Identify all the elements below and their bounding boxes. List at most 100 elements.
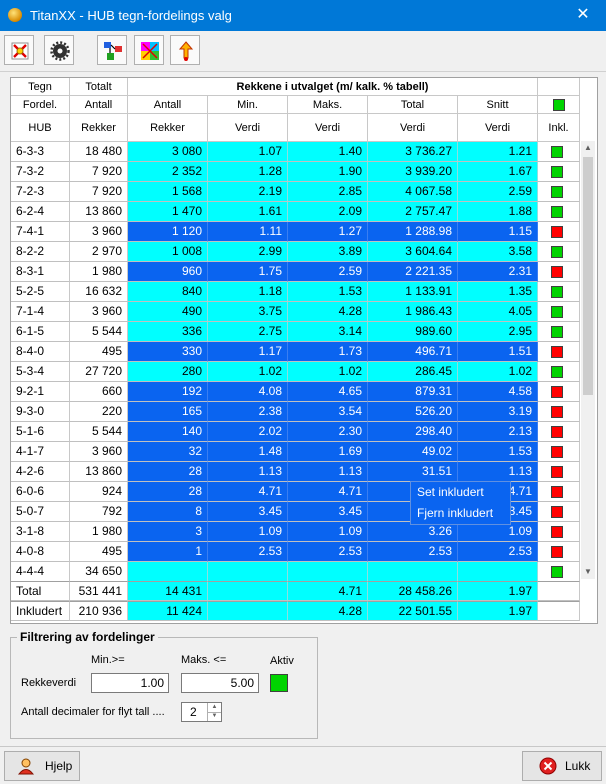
cell-antall[interactable]: 8 <box>128 502 208 522</box>
include-cell[interactable] <box>538 502 580 522</box>
toolbar-button-1[interactable] <box>4 35 34 65</box>
include-cell[interactable] <box>538 462 580 482</box>
cell-antall[interactable] <box>128 562 208 582</box>
excluded-square[interactable] <box>551 486 563 498</box>
cell-min[interactable]: 1.17 <box>208 342 288 362</box>
cell-min[interactable]: 2.02 <box>208 422 288 442</box>
header-include-all-toggle[interactable] <box>538 96 580 114</box>
cell-totalt[interactable]: 924 <box>70 482 128 502</box>
cell-total[interactable] <box>368 562 458 582</box>
cell-antall[interactable]: 3 080 <box>128 142 208 162</box>
cell-total[interactable]: 879.31 <box>368 382 458 402</box>
menu-item-fjern-inkludert[interactable]: Fjern inkludert <box>411 503 510 524</box>
cell-total[interactable]: 49.02 <box>368 442 458 462</box>
cell-antall[interactable]: 490 <box>128 302 208 322</box>
cell-snitt[interactable]: 3.58 <box>458 242 538 262</box>
toolbar-button-3[interactable] <box>97 35 127 65</box>
cell-maks[interactable]: 2.53 <box>288 542 368 562</box>
cell-snitt[interactable]: 1.15 <box>458 222 538 242</box>
cell-totalt[interactable]: 7 920 <box>70 182 128 202</box>
cell-hub[interactable]: 5-0-7 <box>11 502 70 522</box>
cell-min[interactable]: 3.75 <box>208 302 288 322</box>
included-square[interactable] <box>551 246 563 258</box>
cell-total[interactable]: 3 736.27 <box>368 142 458 162</box>
cell-antall[interactable]: 192 <box>128 382 208 402</box>
include-cell[interactable] <box>538 162 580 182</box>
cell-hub[interactable]: 6-1-5 <box>11 322 70 342</box>
include-cell[interactable] <box>538 302 580 322</box>
cell-min[interactable]: 2.53 <box>208 542 288 562</box>
include-cell[interactable] <box>538 322 580 342</box>
cell-snitt[interactable]: 4.58 <box>458 382 538 402</box>
cell-min[interactable]: 1.48 <box>208 442 288 462</box>
cell-total[interactable]: 496.71 <box>368 342 458 362</box>
include-cell[interactable] <box>538 442 580 462</box>
cell-totalt[interactable]: 1 980 <box>70 262 128 282</box>
excluded-square[interactable] <box>551 526 563 538</box>
cell-hub[interactable]: 7-3-2 <box>11 162 70 182</box>
cell-totalt[interactable]: 13 860 <box>70 462 128 482</box>
cell-hub[interactable]: 7-1-4 <box>11 302 70 322</box>
cell-maks[interactable]: 2.09 <box>288 202 368 222</box>
cell-antall[interactable]: 280 <box>128 362 208 382</box>
cell-min[interactable]: 3.45 <box>208 502 288 522</box>
cell-totalt[interactable]: 5 544 <box>70 322 128 342</box>
cell-snitt[interactable]: 1.02 <box>458 362 538 382</box>
cell-hub[interactable]: 9-2-1 <box>11 382 70 402</box>
cell-hub[interactable]: 4-0-8 <box>11 542 70 562</box>
excluded-square[interactable] <box>551 346 563 358</box>
cell-antall[interactable]: 960 <box>128 262 208 282</box>
scroll-up-arrow-icon[interactable]: ▲ <box>581 141 595 155</box>
cell-maks[interactable]: 1.02 <box>288 362 368 382</box>
cell-antall[interactable]: 1 008 <box>128 242 208 262</box>
cell-totalt[interactable]: 5 544 <box>70 422 128 442</box>
cell-antall[interactable]: 140 <box>128 422 208 442</box>
menu-item-set-inkludert[interactable]: Set inkludert <box>411 482 510 503</box>
included-square[interactable] <box>551 286 563 298</box>
include-cell[interactable] <box>538 422 580 442</box>
included-square[interactable] <box>551 206 563 218</box>
cell-totalt[interactable]: 3 960 <box>70 302 128 322</box>
cell-totalt[interactable]: 2 970 <box>70 242 128 262</box>
excluded-square[interactable] <box>551 226 563 238</box>
cell-total[interactable]: 989.60 <box>368 322 458 342</box>
cell-totalt[interactable]: 3 960 <box>70 442 128 462</box>
included-square[interactable] <box>551 566 563 578</box>
cell-snitt[interactable]: 2.31 <box>458 262 538 282</box>
include-cell[interactable] <box>538 382 580 402</box>
cell-snitt[interactable]: 1.51 <box>458 342 538 362</box>
cell-min[interactable]: 2.38 <box>208 402 288 422</box>
cell-snitt[interactable]: 1.35 <box>458 282 538 302</box>
cell-hub[interactable]: 5-2-5 <box>11 282 70 302</box>
cell-min[interactable]: 2.75 <box>208 322 288 342</box>
cell-maks[interactable]: 2.59 <box>288 262 368 282</box>
included-square[interactable] <box>551 366 563 378</box>
include-cell[interactable] <box>538 222 580 242</box>
window-close-button[interactable]: ✕ <box>560 0 606 31</box>
cell-maks[interactable]: 4.71 <box>288 482 368 502</box>
excluded-square[interactable] <box>551 406 563 418</box>
cell-total[interactable]: 1 986.43 <box>368 302 458 322</box>
cell-total[interactable]: 298.40 <box>368 422 458 442</box>
excluded-square[interactable] <box>551 446 563 458</box>
cell-hub[interactable]: 8-4-0 <box>11 342 70 362</box>
cell-maks[interactable]: 2.85 <box>288 182 368 202</box>
min-value-input[interactable]: 1.00 <box>91 673 169 693</box>
cell-antall[interactable]: 2 352 <box>128 162 208 182</box>
cell-hub[interactable]: 8-3-1 <box>11 262 70 282</box>
toolbar-button-5[interactable] <box>170 35 200 65</box>
cell-hub[interactable]: 7-2-3 <box>11 182 70 202</box>
cell-snitt[interactable]: 1.09 <box>458 522 538 542</box>
close-button[interactable]: Lukk <box>522 751 602 781</box>
include-cell[interactable] <box>538 522 580 542</box>
cell-maks[interactable]: 4.65 <box>288 382 368 402</box>
cell-maks[interactable]: 1.27 <box>288 222 368 242</box>
cell-totalt[interactable]: 34 650 <box>70 562 128 582</box>
include-cell[interactable] <box>538 342 580 362</box>
cell-maks[interactable]: 1.53 <box>288 282 368 302</box>
cell-snitt[interactable]: 2.59 <box>458 182 538 202</box>
cell-hub[interactable]: 6-0-6 <box>11 482 70 502</box>
cell-hub[interactable]: 3-1-8 <box>11 522 70 542</box>
cell-antall[interactable]: 1 470 <box>128 202 208 222</box>
included-square[interactable] <box>551 186 563 198</box>
